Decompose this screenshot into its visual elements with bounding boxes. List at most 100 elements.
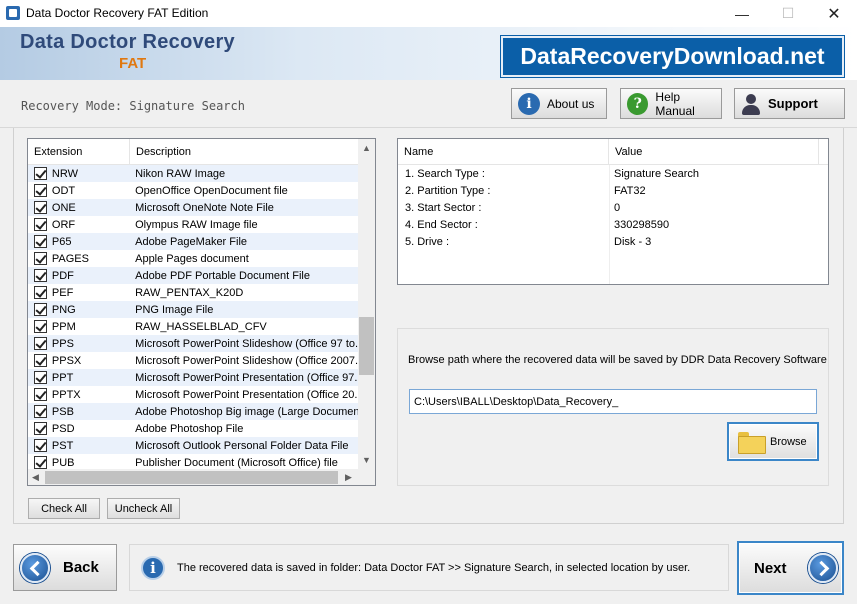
extension-row[interactable]: PPM RAW_HASSELBLAD_CFV bbox=[28, 318, 358, 335]
extension-code: PPS bbox=[51, 337, 74, 350]
app-icon bbox=[6, 6, 20, 20]
save-path-input[interactable] bbox=[409, 389, 817, 414]
extension-code: PDF bbox=[51, 269, 74, 282]
info-icon: i bbox=[518, 92, 540, 115]
info-value: Signature Search bbox=[614, 167, 699, 180]
row-checkbox[interactable] bbox=[34, 422, 47, 435]
extension-code: PPT bbox=[51, 371, 74, 384]
horizontal-scrollbar[interactable]: ◀ ▶ bbox=[28, 469, 358, 485]
support-button[interactable]: Support bbox=[734, 88, 845, 119]
scroll-right-icon[interactable]: ▶ bbox=[345, 472, 352, 483]
search-info-table: Name Value 1. Search Type : Signature Sea… bbox=[397, 138, 829, 285]
mode-bar: Recovery Mode: Signature Search i About … bbox=[0, 80, 857, 128]
extension-code: PEF bbox=[51, 286, 74, 299]
browse-button[interactable]: Browse bbox=[727, 422, 819, 461]
row-checkbox[interactable] bbox=[34, 269, 47, 282]
info-row: 5. Drive : Disk - 3 bbox=[398, 233, 828, 250]
extension-row[interactable]: PST Microsoft Outlook Personal Folder Dat… bbox=[28, 437, 358, 454]
extension-row[interactable]: ORF Olympus RAW Image file bbox=[28, 216, 358, 233]
extension-row[interactable]: NRW Nikon RAW Image bbox=[28, 165, 358, 182]
row-checkbox[interactable] bbox=[34, 337, 47, 350]
extension-row[interactable]: PPT Microsoft PowerPoint Presentation (Of… bbox=[28, 369, 358, 386]
extension-row[interactable]: ONE Microsoft OneNote Note File bbox=[28, 199, 358, 216]
row-checkbox[interactable] bbox=[34, 184, 47, 197]
row-checkbox[interactable] bbox=[34, 235, 47, 248]
extension-code: PPTX bbox=[51, 388, 81, 401]
row-checkbox[interactable] bbox=[34, 218, 47, 231]
scroll-left-icon[interactable]: ◀ bbox=[32, 472, 39, 483]
info-value: Disk - 3 bbox=[614, 235, 652, 248]
row-checkbox[interactable] bbox=[34, 354, 47, 367]
info-name: 5. Drive : bbox=[405, 235, 450, 248]
horizontal-scroll-thumb[interactable] bbox=[45, 471, 338, 484]
row-checkbox[interactable] bbox=[34, 371, 47, 384]
extension-code: PSD bbox=[51, 422, 75, 435]
back-label: Back bbox=[63, 559, 99, 576]
back-button[interactable]: Back bbox=[13, 544, 117, 591]
extension-row[interactable]: P65 Adobe PageMaker File bbox=[28, 233, 358, 250]
browse-instruction: Browse path where the recovered data wil… bbox=[408, 354, 827, 366]
extension-description: OpenOffice OpenDocument file bbox=[135, 184, 288, 197]
info-rows: 1. Search Type : Signature Search 2. Parti… bbox=[398, 165, 828, 250]
extension-row[interactable]: PAGES Apple Pages document bbox=[28, 250, 358, 267]
row-checkbox[interactable] bbox=[34, 303, 47, 316]
column-divider bbox=[609, 165, 610, 284]
row-checkbox[interactable] bbox=[34, 405, 47, 418]
row-checkbox[interactable] bbox=[34, 388, 47, 401]
row-checkbox[interactable] bbox=[34, 252, 47, 265]
close-button[interactable]: ✕ bbox=[811, 0, 857, 27]
extension-description: Publisher Document (Microsoft Office) fi… bbox=[135, 456, 338, 469]
column-header-description[interactable]: Description bbox=[130, 139, 191, 164]
extension-row[interactable]: PSB Adobe Photoshop Big image (Large Docu… bbox=[28, 403, 358, 420]
row-checkbox[interactable] bbox=[34, 167, 47, 180]
row-checkbox[interactable] bbox=[34, 456, 47, 469]
window-title: Data Doctor Recovery FAT Edition bbox=[26, 6, 209, 20]
scroll-down-icon[interactable]: ▼ bbox=[362, 455, 371, 465]
vertical-scrollbar[interactable]: ▲ ▼ bbox=[358, 139, 375, 469]
info-icon: i bbox=[141, 555, 165, 580]
extension-row[interactable]: PSD Adobe Photoshop File bbox=[28, 420, 358, 437]
extension-description: Adobe Photoshop Big image (Large Documen… bbox=[135, 405, 358, 418]
about-us-button[interactable]: i About us bbox=[511, 88, 607, 119]
extension-row[interactable]: PPTX Microsoft PowerPoint Presentation (O… bbox=[28, 386, 358, 403]
column-header-value[interactable]: Value bbox=[609, 139, 819, 164]
help-manual-label: Help Manual bbox=[655, 89, 695, 118]
column-header-extension[interactable]: Extension bbox=[28, 139, 130, 164]
extension-row[interactable]: PPSX Microsoft PowerPoint Slideshow (Offi… bbox=[28, 352, 358, 369]
extension-row[interactable]: PPS Microsoft PowerPoint Slideshow (Offic… bbox=[28, 335, 358, 352]
scroll-corner bbox=[358, 469, 375, 485]
next-button[interactable]: Next bbox=[737, 541, 844, 595]
help-manual-button[interactable]: ? Help Manual bbox=[620, 88, 722, 119]
extension-code: ORF bbox=[51, 218, 76, 231]
question-icon: ? bbox=[627, 92, 649, 115]
extension-row[interactable]: PNG PNG Image File bbox=[28, 301, 358, 318]
row-checkbox[interactable] bbox=[34, 201, 47, 214]
maximize-button[interactable]: ☐ bbox=[765, 0, 811, 27]
minimize-button[interactable]: — bbox=[719, 0, 765, 27]
status-message: The recovered data is saved in folder: D… bbox=[177, 561, 691, 574]
support-label: Support bbox=[768, 96, 818, 111]
extension-row[interactable]: PDF Adobe PDF Portable Document File bbox=[28, 267, 358, 284]
column-header-name[interactable]: Name bbox=[398, 139, 609, 164]
scroll-up-icon[interactable]: ▲ bbox=[362, 143, 371, 153]
uncheck-all-button[interactable]: Uncheck All bbox=[107, 498, 180, 519]
row-checkbox[interactable] bbox=[34, 439, 47, 452]
extension-row[interactable]: ODT OpenOffice OpenDocument file bbox=[28, 182, 358, 199]
scroll-thumb[interactable] bbox=[359, 317, 374, 375]
extension-list[interactable]: Extension Description NRW Nikon RAW Image… bbox=[27, 138, 376, 486]
info-name: 3. Start Sector : bbox=[405, 201, 482, 214]
extension-description: RAW_HASSELBLAD_CFV bbox=[135, 320, 267, 333]
extension-row[interactable]: PEF RAW_PENTAX_K20D bbox=[28, 284, 358, 301]
status-message-box: i The recovered data is saved in folder:… bbox=[129, 544, 729, 591]
info-value: 0 bbox=[614, 201, 621, 214]
row-checkbox[interactable] bbox=[34, 286, 47, 299]
app-header: Data Doctor Recovery FAT DataRecoveryDow… bbox=[0, 27, 857, 80]
info-row: 2. Partition Type : FAT32 bbox=[398, 182, 828, 199]
next-arrow-icon bbox=[807, 553, 838, 583]
check-all-button[interactable]: Check All bbox=[28, 498, 100, 519]
row-checkbox[interactable] bbox=[34, 320, 47, 333]
back-arrow-icon bbox=[20, 552, 50, 583]
info-value: FAT32 bbox=[614, 184, 646, 197]
extension-description: Adobe PageMaker File bbox=[135, 235, 248, 248]
brand-edition: FAT bbox=[119, 55, 147, 72]
